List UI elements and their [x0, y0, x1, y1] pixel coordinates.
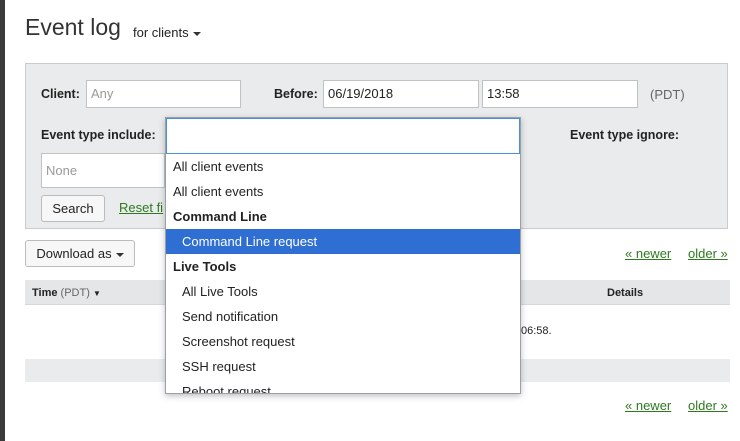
none-placeholder: None — [46, 163, 78, 178]
dropdown-item[interactable]: Screenshot request — [166, 329, 520, 354]
dropdown-list: All client events All client events Comm… — [166, 154, 520, 393]
dropdown-group-header: Command Line — [173, 209, 267, 224]
client-input[interactable]: Any — [86, 80, 241, 108]
caret-down-icon — [192, 31, 201, 36]
older-link[interactable]: older » — [688, 246, 728, 261]
client-filter-label: for clients — [133, 25, 189, 40]
timezone-label: (PDT) — [650, 87, 685, 102]
event-include-field[interactable]: None — [41, 153, 165, 188]
dropdown-item[interactable]: All Live Tools — [166, 279, 520, 304]
client-placeholder: Any — [91, 86, 114, 101]
dropdown-item[interactable]: SSH request — [166, 354, 520, 379]
client-filter-dropdown[interactable]: for clients — [133, 25, 201, 40]
newer-link-bottom[interactable]: « newer — [625, 398, 671, 413]
dropdown-item[interactable]: All client events — [166, 154, 520, 179]
dropdown-item[interactable]: All client events — [166, 179, 520, 204]
download-as-button[interactable]: Download as — [25, 240, 135, 267]
before-time-input[interactable]: 13:58 — [482, 80, 638, 108]
dropdown-group-header: Live Tools — [173, 259, 237, 274]
before-date-input[interactable]: 06/19/2018 — [323, 80, 479, 108]
before-label: Before: — [274, 87, 318, 101]
search-button[interactable]: Search — [41, 195, 105, 222]
older-link-bottom[interactable]: older » — [688, 398, 728, 413]
page-title: Event log — [25, 14, 121, 40]
newer-link[interactable]: « newer — [625, 246, 671, 261]
dropdown-item[interactable]: Reboot request — [166, 379, 520, 393]
sort-icon: ▼ — [92, 289, 101, 298]
table-cell-fragment: 06:58. — [521, 325, 552, 337]
time-header-tz: (PDT) — [60, 287, 90, 299]
window-left-edge — [0, 0, 5, 441]
dropdown-item[interactable]: Command Line request — [166, 229, 520, 254]
event-type-search-input[interactable] — [166, 118, 520, 154]
caret-down-icon — [115, 252, 124, 257]
event-type-dropdown: All client events All client events Comm… — [165, 117, 521, 394]
time-column-header[interactable]: Time (PDT) ▼ — [32, 287, 101, 299]
client-label: Client: — [41, 87, 80, 101]
details-column-header: Details — [607, 287, 644, 299]
download-as-label: Download as — [36, 246, 112, 261]
event-include-label: Event type include: — [41, 128, 156, 142]
reset-filters-link[interactable]: Reset fi — [119, 200, 163, 215]
time-header-label: Time — [32, 287, 58, 299]
dropdown-item[interactable]: Send notification — [166, 304, 520, 329]
event-ignore-label: Event type ignore: — [570, 128, 680, 142]
